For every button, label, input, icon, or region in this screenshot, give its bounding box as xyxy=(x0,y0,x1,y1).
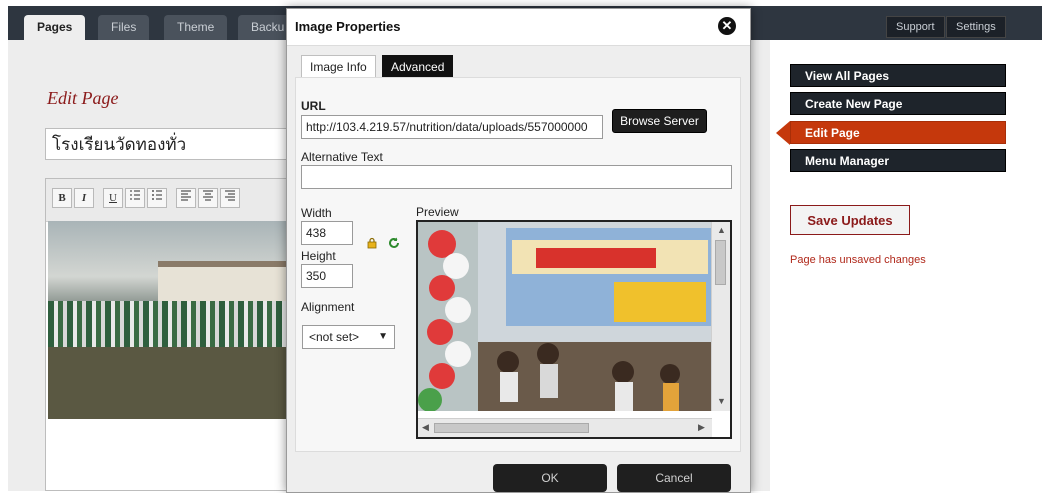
align-right-icon[interactable] xyxy=(220,188,240,208)
page-title-input[interactable]: โรงเรียนวัดทองทั่ว xyxy=(45,128,290,160)
align-left-icon[interactable] xyxy=(176,188,196,208)
browse-server-button[interactable]: Browse Server xyxy=(612,109,707,133)
italic-button[interactable]: I xyxy=(74,188,94,208)
scroll-down-icon[interactable]: ▼ xyxy=(717,396,726,406)
reset-size-icon[interactable] xyxy=(387,236,401,250)
height-label: Height xyxy=(301,249,336,263)
underline-button[interactable]: U xyxy=(103,188,123,208)
scroll-left-icon[interactable]: ◀ xyxy=(422,422,429,433)
preview-vertical-scrollbar[interactable]: ▲ ▼ xyxy=(711,222,730,411)
embedded-school-photo[interactable] xyxy=(48,221,286,419)
ordered-list-icon[interactable] xyxy=(125,188,145,208)
chevron-down-icon: ▼ xyxy=(378,331,388,342)
sidebar-item-create-new-page[interactable]: Create New Page xyxy=(790,92,1006,115)
width-field[interactable]: 438 xyxy=(301,221,353,245)
sidebar-item-menu-manager[interactable]: Menu Manager xyxy=(790,149,1006,172)
editor-toolbar: B I U xyxy=(46,179,289,222)
rich-text-editor[interactable]: B I U xyxy=(45,178,290,491)
lock-ratio-icon[interactable] xyxy=(366,237,378,249)
photo-students xyxy=(48,301,286,347)
scroll-right-icon[interactable]: ▶ xyxy=(698,422,705,433)
dialog-header: Image Properties ✕ xyxy=(287,9,750,46)
width-label: Width xyxy=(301,206,332,220)
close-icon[interactable]: ✕ xyxy=(718,17,736,35)
tab-pages[interactable]: Pages xyxy=(24,15,86,40)
height-field[interactable]: 350 xyxy=(301,264,353,288)
photo-ground xyxy=(48,347,286,419)
alternative-text-field[interactable] xyxy=(301,165,732,189)
preview-label: Preview xyxy=(416,205,459,219)
sidebar-item-view-all-pages[interactable]: View All Pages xyxy=(790,64,1006,87)
save-updates-button[interactable]: Save Updates xyxy=(790,205,910,235)
image-properties-dialog: Image Properties ✕ Image Info Advanced U… xyxy=(286,8,751,493)
url-label: URL xyxy=(301,99,326,113)
support-link[interactable]: Support xyxy=(886,16,945,38)
cancel-button[interactable]: Cancel xyxy=(617,464,731,492)
image-preview[interactable]: ▲ ▼ ◀ ▶ xyxy=(416,220,732,439)
page-heading: Edit Page xyxy=(47,88,119,108)
settings-link[interactable]: Settings xyxy=(946,16,1006,38)
sidebar-item-edit-page[interactable]: Edit Page xyxy=(790,121,1006,144)
preview-photo-art xyxy=(418,222,712,411)
tab-image-info[interactable]: Image Info xyxy=(301,55,376,78)
alignment-selected-value: <not set> xyxy=(309,330,360,344)
dialog-title: Image Properties xyxy=(295,19,401,34)
unsaved-status-text: Page has unsaved changes xyxy=(790,254,926,266)
tab-advanced[interactable]: Advanced xyxy=(382,55,454,78)
alignment-label: Alignment xyxy=(301,300,355,314)
scroll-up-icon[interactable]: ▲ xyxy=(717,225,726,235)
horizontal-scroll-thumb[interactable] xyxy=(434,423,589,433)
align-center-icon[interactable] xyxy=(198,188,218,208)
preview-horizontal-scrollbar[interactable]: ◀ ▶ xyxy=(418,418,712,437)
alternative-text-label: Alternative Text xyxy=(301,150,383,164)
unordered-list-icon[interactable] xyxy=(147,188,167,208)
bold-button[interactable]: B xyxy=(52,188,72,208)
active-item-arrow-icon xyxy=(776,121,790,145)
ok-button[interactable]: OK xyxy=(493,464,607,492)
tab-files[interactable]: Files xyxy=(98,15,150,40)
preview-photo xyxy=(418,222,712,411)
vertical-scroll-thumb[interactable] xyxy=(715,240,726,285)
url-field[interactable]: http://103.4.219.57/nutrition/data/uploa… xyxy=(301,115,603,139)
alignment-select[interactable]: <not set> ▼ xyxy=(302,325,395,349)
tab-theme[interactable]: Theme xyxy=(164,15,228,40)
